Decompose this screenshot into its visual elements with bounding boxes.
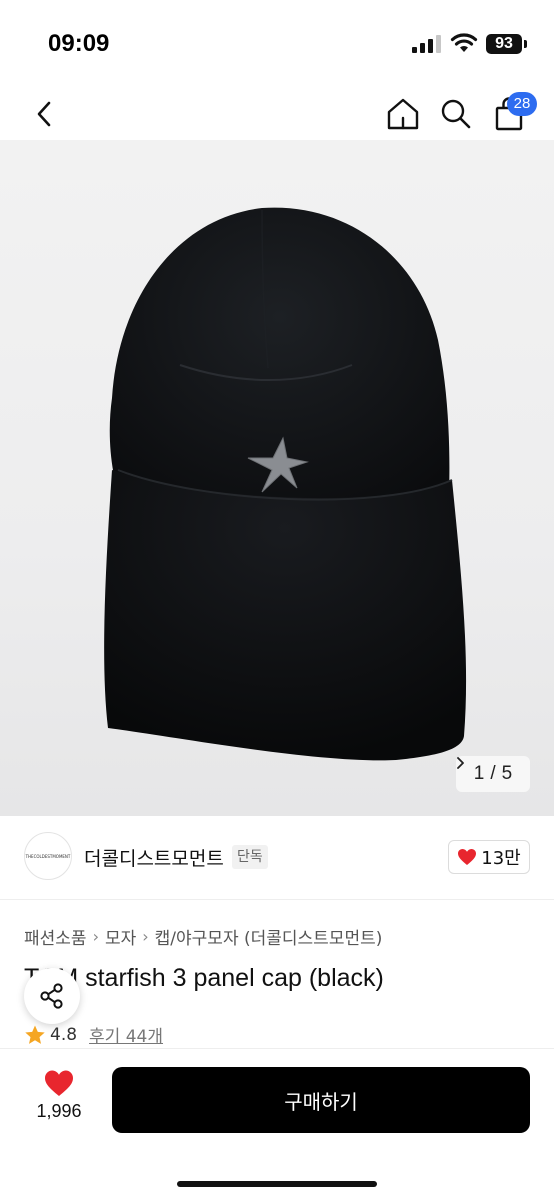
image-counter[interactable]: 1 / 5 <box>456 756 530 792</box>
breadcrumb-item[interactable]: 패션소품 <box>24 924 87 949</box>
home-icon <box>387 98 419 130</box>
home-button[interactable] <box>385 94 421 134</box>
cart-count-badge: 28 <box>507 92 537 116</box>
battery-icon: 93 <box>486 34 522 54</box>
status-time: 09:09 <box>48 30 110 57</box>
brand-logo-text: THECOLDESTMOMENT <box>25 853 71 859</box>
home-indicator <box>177 1181 377 1187</box>
status-bar: 09:09 93 <box>0 0 554 88</box>
rating-row: 4.8 후기 44개 <box>24 1022 163 1047</box>
exclusive-badge: 단독 <box>232 845 268 869</box>
wishlist-count: 1,996 <box>36 1101 82 1121</box>
brand-logo[interactable]: THECOLDESTMOMENT <box>24 832 72 880</box>
star-icon <box>25 1025 45 1044</box>
image-total: 5 <box>501 763 513 784</box>
image-current: 1 <box>473 763 485 784</box>
product-image[interactable]: 1 / 5 <box>0 140 554 816</box>
heart-icon <box>45 1070 73 1096</box>
top-nav <box>0 88 554 140</box>
bottom-action-bar: 1,996 구매하기 <box>0 1048 554 1200</box>
back-icon <box>37 101 51 127</box>
brand-name[interactable]: 더콜디스트모먼트 <box>84 844 224 871</box>
breadcrumb-item[interactable]: 모자 <box>105 924 136 949</box>
breadcrumb: 패션소품 › 모자 › 캡/야구모자 (더콜디스트모먼트) <box>24 924 382 949</box>
brand-like-count: 13만 <box>481 848 521 869</box>
brand-row: THECOLDESTMOMENT 더콜디스트모먼트 단독 13만 <box>0 816 554 900</box>
rating-value: 4.8 <box>50 1024 78 1045</box>
back-button[interactable] <box>26 94 62 134</box>
battery-tip <box>524 40 527 48</box>
chevron-right-icon <box>457 757 464 769</box>
heart-icon <box>458 849 477 865</box>
share-button[interactable] <box>24 968 80 1024</box>
wifi-icon <box>450 33 478 52</box>
search-button[interactable] <box>438 94 474 134</box>
brand-like-button[interactable]: 13만 <box>448 840 530 874</box>
signal-icon <box>412 35 441 53</box>
chevron-right-icon: › <box>92 927 99 946</box>
breadcrumb-item[interactable]: 캡/야구모자 (더콜디스트모먼트) <box>155 924 383 949</box>
cap-image <box>104 207 467 761</box>
review-link[interactable]: 후기 44개 <box>89 1022 163 1047</box>
search-icon <box>441 99 471 129</box>
chevron-right-icon: › <box>142 927 149 946</box>
buy-button[interactable]: 구매하기 <box>112 1067 530 1133</box>
share-icon <box>40 983 63 1009</box>
image-separator: / <box>490 763 496 784</box>
wishlist-button[interactable]: 1,996 <box>24 1069 94 1139</box>
